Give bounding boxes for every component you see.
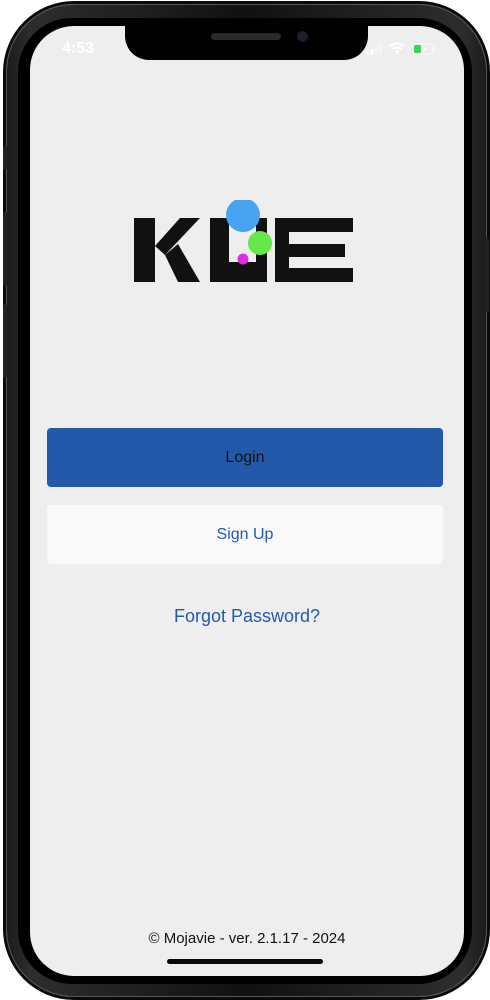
volume-up-button	[3, 212, 7, 286]
status-time: 4:53	[62, 40, 95, 57]
notch	[125, 26, 368, 60]
power-button	[485, 238, 489, 312]
login-button-label: Login	[225, 448, 265, 466]
login-button[interactable]: Login	[47, 428, 443, 487]
status-icons	[366, 42, 436, 60]
volume-down-button	[3, 304, 7, 378]
app-logo	[134, 198, 356, 286]
signal-icon	[366, 42, 382, 60]
sign-up-button[interactable]: Sign Up	[47, 505, 443, 564]
silent-switch	[3, 146, 7, 170]
front-camera	[297, 31, 308, 42]
logo-blue-dot	[226, 198, 260, 232]
wifi-icon	[388, 42, 406, 60]
logo-magenta-dot	[237, 253, 249, 265]
speaker-grille	[211, 33, 281, 40]
battery-charging-icon	[412, 42, 436, 60]
footer-version: © Mojavie - ver. 2.1.17 - 2024	[148, 930, 346, 947]
sign-up-button-label: Sign Up	[216, 525, 274, 543]
app-screen: 4:53 Login Sign Up Forgot Password? © Mo…	[30, 26, 464, 976]
home-indicator[interactable]	[167, 959, 323, 964]
logo-green-dot	[248, 231, 272, 255]
forgot-password-link[interactable]: Forgot Password?	[30, 606, 464, 627]
